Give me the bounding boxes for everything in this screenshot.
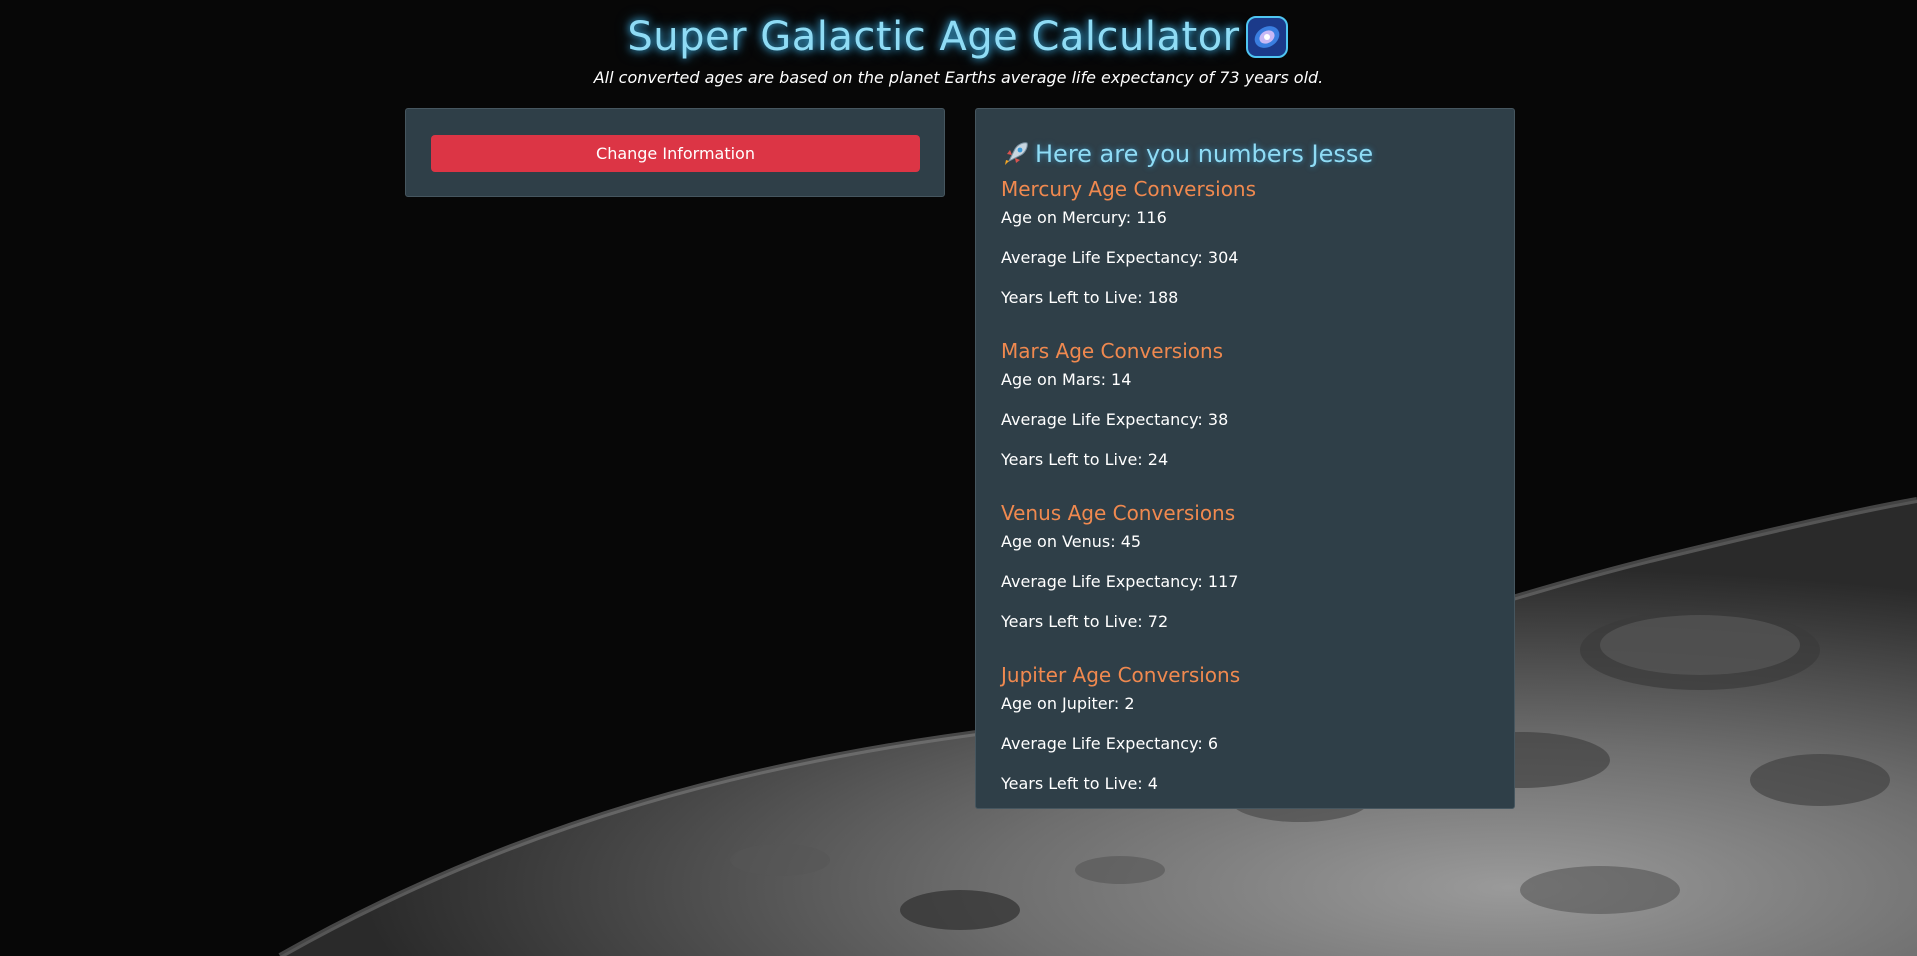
life-expectancy-stat: Average Life Expectancy: 6 [1001,734,1219,753]
age-stat: Age on Jupiter: 2 [1001,694,1135,713]
years-left-stat: Years Left to Live: 4 [1001,774,1158,793]
life-expectancy-stat: Average Life Expectancy: 38 [1001,410,1229,429]
jupiter-section: Jupiter Age Conversions Age on Jupiter: … [1001,663,1489,813]
page-subtitle: All converted ages are based on the plan… [593,68,1324,87]
moon-surface-background [0,0,1917,956]
mercury-section: Mercury Age Conversions Age on Mercury: … [1001,177,1489,327]
age-stat: Age on Mercury: 116 [1001,208,1167,227]
years-left-stat: Years Left to Live: 24 [1001,450,1169,469]
years-left-stat: Years Left to Live: 72 [1001,612,1169,631]
years-left-stat: Years Left to Live: 188 [1001,288,1179,307]
age-stat: Age on Venus: 45 [1001,532,1142,551]
section-title: Jupiter Age Conversions [1001,663,1241,687]
results-panel: Here are you numbers Jesse Mercury Age C… [975,108,1515,809]
title-row: Super Galactic Age Calculator [627,14,1289,60]
life-expectancy-stat: Average Life Expectancy: 304 [1001,248,1239,267]
user-info-panel: Change Information [405,108,945,197]
change-information-button[interactable]: Change Information [431,135,920,172]
page-header: Super Galactic Age Calculator All conver… [0,14,1917,87]
galaxy-icon [1245,16,1288,58]
section-title: Venus Age Conversions [1001,501,1236,525]
venus-section: Venus Age Conversions Age on Venus: 45 A… [1001,501,1489,651]
results-greeting: Here are you numbers Jesse [1035,140,1374,168]
mars-section: Mars Age Conversions Age on Mars: 14 Ave… [1001,339,1489,489]
age-stat: Age on Mars: 14 [1001,370,1132,389]
rocket-icon [1005,142,1028,165]
section-title: Mars Age Conversions [1001,339,1224,363]
life-expectancy-stat: Average Life Expectancy: 117 [1001,572,1239,591]
page-title: Super Galactic Age Calculator [627,14,1240,60]
section-title: Mercury Age Conversions [1001,177,1257,201]
results-greeting-row: Here are you numbers Jesse [1001,139,1489,169]
